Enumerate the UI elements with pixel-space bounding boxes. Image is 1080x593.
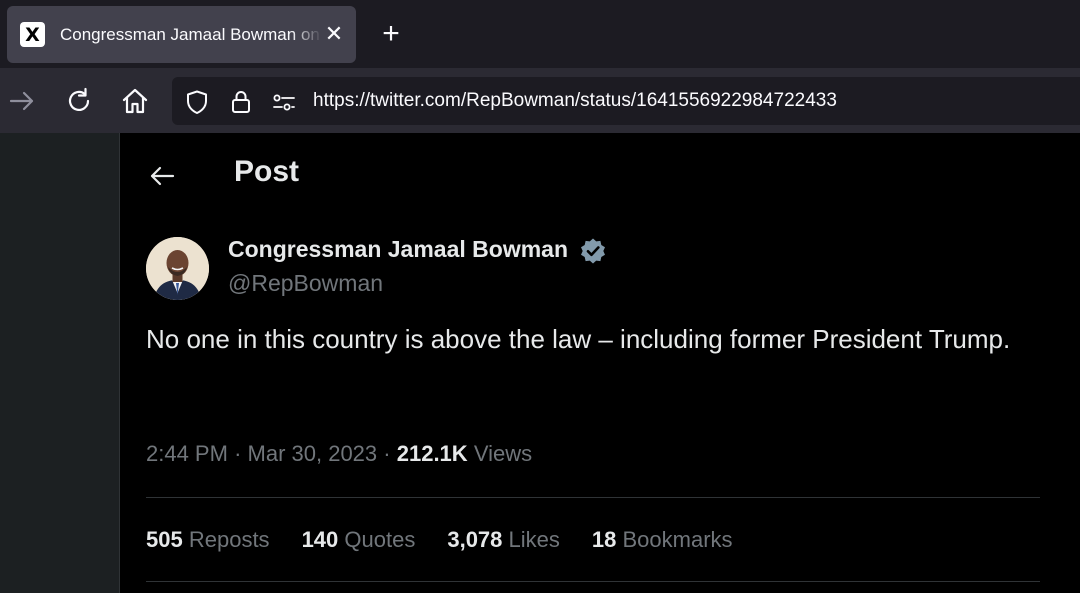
stat-label: Quotes [344, 527, 416, 552]
url-text[interactable]: https://twitter.com/RepBowman/status/164… [313, 77, 837, 125]
back-arrow-icon[interactable] [147, 161, 177, 191]
likes-stat[interactable]: 3,078 Likes [447, 527, 560, 553]
close-tab-icon[interactable]: ✕ [322, 22, 346, 46]
stat-count: 18 [591, 527, 617, 552]
stat-count: 505 [146, 527, 183, 552]
home-icon[interactable] [120, 86, 150, 116]
left-gutter [0, 133, 119, 593]
avatar[interactable] [146, 237, 209, 300]
new-tab-button[interactable]: + [377, 19, 405, 49]
author-name[interactable]: Congressman Jamaal Bowman [228, 236, 568, 263]
column-border [119, 133, 120, 593]
divider [146, 497, 1040, 498]
post-meta: 2:44 PM · Mar 30, 2023 · 212.1K Views [146, 441, 532, 467]
author-handle[interactable]: @RepBowman [228, 270, 383, 297]
post-text: No one in this country is above the law … [146, 324, 1011, 354]
page-title: Post [234, 155, 300, 188]
shield-icon[interactable] [184, 89, 210, 115]
post-date[interactable]: Mar 30, 2023 [248, 441, 378, 466]
permissions-icon[interactable] [271, 89, 297, 115]
stat-count: 3,078 [447, 527, 503, 552]
verified-badge-icon[interactable] [579, 237, 607, 265]
reload-icon[interactable] [64, 86, 94, 116]
quotes-stat[interactable]: 140 Quotes [302, 527, 416, 553]
stat-label: Reposts [188, 527, 270, 552]
browser-tab[interactable]: X Congressman Jamaal Bowman on X ✕ [7, 6, 356, 63]
views-label: Views [473, 441, 533, 466]
stat-label: Bookmarks [622, 527, 733, 552]
page-content: Post Congressman Jamaal Bowman @RepBowma… [0, 133, 1080, 593]
bookmarks-stat[interactable]: 18 Bookmarks [592, 527, 733, 553]
meta-separator: · [234, 441, 248, 466]
x-logo-icon: X [20, 22, 45, 47]
reposts-stat[interactable]: 505 Reposts [146, 527, 270, 553]
post-time[interactable]: 2:44 PM [146, 441, 228, 466]
views-count: 212.1K [396, 441, 468, 466]
stat-label: Likes [508, 527, 560, 552]
browser-nav-bar: https://twitter.com/RepBowman/status/164… [0, 68, 1080, 133]
tab-title: Congressman Jamaal Bowman on X [60, 25, 322, 44]
post-stats: 505 Reposts 140 Quotes 3,078 Likes 18 Bo… [146, 527, 733, 553]
meta-separator: · [383, 441, 397, 466]
lock-icon[interactable] [228, 89, 254, 115]
address-bar[interactable]: https://twitter.com/RepBowman/status/164… [172, 77, 1080, 125]
browser-tab-bar: X Congressman Jamaal Bowman on X ✕ + [0, 0, 1080, 68]
divider [146, 581, 1040, 582]
stat-count: 140 [301, 527, 339, 552]
forward-arrow-icon[interactable] [7, 86, 37, 116]
